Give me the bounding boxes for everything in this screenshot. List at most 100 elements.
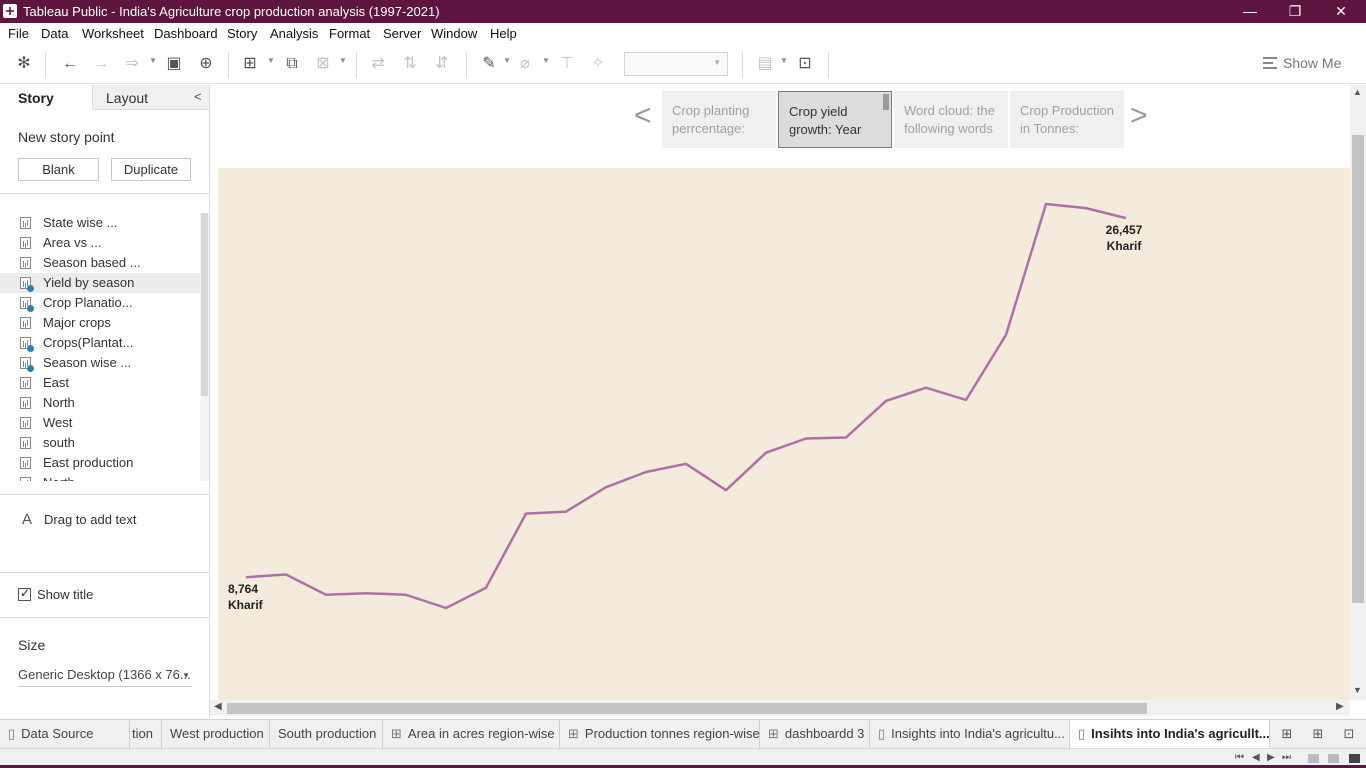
data-point[interactable] [523, 511, 529, 517]
replay-dropdown-icon[interactable]: ▼ [149, 56, 157, 65]
tab-production-tonnes[interactable]: ⊞ Production tonnes region-wise [560, 720, 760, 749]
undo-icon[interactable]: ← [60, 54, 80, 74]
data-point[interactable] [483, 585, 489, 591]
data-point[interactable] [283, 571, 289, 577]
clear-sheet-icon[interactable]: ⊠ [313, 54, 333, 74]
data-point[interactable] [243, 574, 249, 580]
sheet-list-item[interactable]: south [0, 433, 200, 453]
sort-descending-icon[interactable]: ⇵ [432, 54, 452, 74]
data-point[interactable] [563, 509, 569, 515]
vertical-scroll-thumb[interactable] [1352, 135, 1364, 603]
previous-sheet-icon[interactable]: ◀ [1252, 752, 1260, 763]
group-dropdown-icon[interactable]: ▼ [542, 56, 550, 65]
scroll-right-icon[interactable]: ▶ [1336, 701, 1344, 712]
data-point[interactable] [323, 592, 329, 598]
drag-text-object[interactable]: A Drag to add text [22, 511, 137, 528]
sheet-list-item[interactable]: Crops(Plantat... [0, 333, 200, 353]
story-point-1[interactable]: Crop planting perrcentage: [662, 91, 776, 148]
replay-icon[interactable]: ⇒ [122, 54, 142, 74]
last-sheet-icon[interactable]: ⏭ [1282, 752, 1291, 763]
menu-file[interactable]: File [8, 26, 29, 41]
duplicate-sheet-icon[interactable]: ⧉ [282, 54, 302, 74]
collapse-pane-icon[interactable]: < [194, 89, 202, 104]
new-worksheet-icon[interactable]: ⊞ [240, 54, 260, 74]
menu-data[interactable]: Data [41, 26, 68, 41]
duplicate-button[interactable]: Duplicate [111, 158, 191, 181]
sheet-list-item[interactable]: State wise ... [0, 213, 200, 233]
new-worksheet-tab-icon[interactable]: ⊞ [1278, 726, 1296, 742]
presentation-mode-icon[interactable]: ⊡ [795, 54, 815, 74]
show-cards-icon[interactable]: ▤ [755, 54, 775, 74]
minimize-button[interactable]: — [1227, 0, 1273, 23]
sheet-sorter-icon[interactable] [1308, 754, 1319, 763]
sheet-list-item[interactable]: North... [0, 473, 200, 481]
data-point[interactable] [883, 398, 889, 404]
tabs-view-icon[interactable] [1349, 754, 1360, 763]
menu-story[interactable]: Story [227, 26, 257, 41]
data-point[interactable] [843, 434, 849, 440]
menu-analysis[interactable]: Analysis [270, 26, 318, 41]
sheet-list-item[interactable]: Crop Planatio... [0, 293, 200, 313]
fit-dropdown[interactable]: ▼ [624, 52, 728, 76]
close-button[interactable]: ✕ [1318, 0, 1364, 23]
data-point[interactable] [1043, 201, 1049, 207]
horizontal-scroll-thumb[interactable] [227, 703, 1147, 714]
tab-south-production[interactable]: South production [270, 720, 383, 749]
data-point[interactable] [643, 469, 649, 475]
group-icon[interactable]: ⌀ [515, 54, 535, 74]
sort-ascending-icon[interactable]: ⇅ [400, 54, 420, 74]
tab-layout[interactable]: Layout [92, 85, 209, 110]
show-cards-dropdown-icon[interactable]: ▼ [780, 56, 788, 65]
sheet-list-item[interactable]: East production [0, 453, 200, 473]
data-point[interactable] [963, 397, 969, 403]
tab-data-source[interactable]: ▯ Data Source [0, 720, 130, 749]
menu-dashboard[interactable]: Dashboard [154, 26, 218, 41]
sheet-list-item[interactable]: Yield by season [0, 273, 200, 293]
new-dashboard-tab-icon[interactable]: ⊞ [1309, 726, 1327, 742]
highlight-icon[interactable]: ✎ [479, 54, 499, 74]
menu-window[interactable]: Window [431, 26, 477, 41]
data-point[interactable] [1083, 205, 1089, 211]
story-point-4[interactable]: Crop Production in Tonnes: [1010, 91, 1124, 148]
new-worksheet-dropdown-icon[interactable]: ▼ [267, 56, 275, 65]
tab-dashboardd-3[interactable]: ⊞ dashboardd 3 [760, 720, 870, 749]
tab-west-production[interactable]: West production [162, 720, 270, 749]
blank-button[interactable]: Blank [18, 158, 99, 181]
clear-dropdown-icon[interactable]: ▼ [339, 56, 347, 65]
scroll-down-icon[interactable]: ▼ [1353, 685, 1362, 695]
data-point[interactable] [803, 435, 809, 441]
previous-story-point-icon[interactable]: < [634, 99, 652, 133]
first-sheet-icon[interactable]: ⏮ [1235, 752, 1244, 763]
series-line-kharif[interactable] [245, 202, 1127, 610]
horizontal-scrollbar[interactable]: ◀ ▶ [210, 700, 1350, 716]
menu-help[interactable]: Help [490, 26, 517, 41]
vertical-scrollbar[interactable]: ▲ ▼ [1350, 85, 1366, 700]
data-point[interactable] [363, 590, 369, 596]
redo-icon[interactable]: → [91, 54, 111, 74]
tab-sheet[interactable]: tion [130, 720, 162, 749]
sheet-list-item[interactable]: Major crops [0, 313, 200, 333]
save-icon[interactable]: ▣ [164, 54, 184, 74]
sheet-list-item[interactable]: East [0, 373, 200, 393]
sheet-list-item[interactable]: Season based ... [0, 253, 200, 273]
restore-button[interactable]: ❐ [1272, 0, 1318, 23]
data-point[interactable] [1123, 215, 1129, 221]
size-dropdown[interactable]: Generic Desktop (1366 x 76... ▼ [18, 667, 192, 687]
sheet-list-scroll-thumb[interactable] [201, 213, 208, 396]
filmstrip-icon[interactable] [1328, 754, 1339, 763]
new-story-tab-icon[interactable]: ⊡ [1340, 726, 1358, 742]
scroll-up-icon[interactable]: ▲ [1353, 87, 1362, 97]
data-point[interactable] [723, 487, 729, 493]
new-data-source-icon[interactable]: ⊕ [196, 54, 216, 74]
pin-icon[interactable]: ✧ [588, 54, 608, 74]
story-point-2[interactable]: Crop yield growth: Year [778, 91, 892, 148]
data-point[interactable] [443, 605, 449, 611]
tableau-home-icon[interactable]: ✻ [14, 54, 34, 74]
tab-insihts-story[interactable]: ▯ Insihts into India's agricullt... [1070, 720, 1270, 749]
sheet-list-item[interactable]: Season wise ... [0, 353, 200, 373]
data-point[interactable] [763, 450, 769, 456]
next-story-point-icon[interactable]: > [1130, 99, 1148, 133]
scroll-left-icon[interactable]: ◀ [214, 701, 222, 712]
menu-server[interactable]: Server [383, 26, 421, 41]
sheet-list-item[interactable]: Area vs ... [0, 233, 200, 253]
